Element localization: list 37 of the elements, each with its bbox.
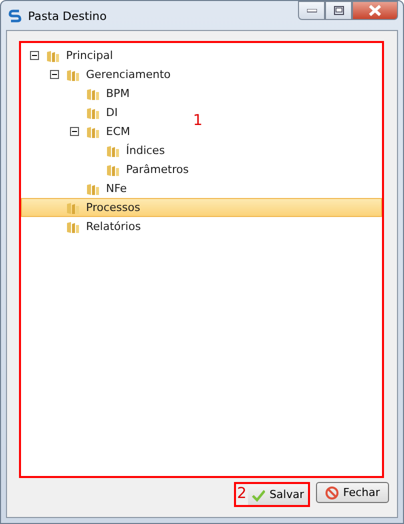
folder-icon bbox=[106, 144, 120, 158]
folder-icon bbox=[86, 86, 100, 100]
collapse-icon[interactable] bbox=[30, 51, 42, 60]
tree-item[interactable]: NFe bbox=[21, 179, 132, 198]
minimize-button[interactable] bbox=[298, 1, 325, 20]
folder-icon bbox=[66, 220, 80, 234]
tree-item[interactable]: Parâmetros bbox=[21, 160, 194, 179]
minimize-icon bbox=[306, 8, 316, 12]
check-icon bbox=[252, 488, 266, 502]
save-button[interactable]: Salvar bbox=[248, 484, 308, 505]
collapse-icon[interactable] bbox=[70, 127, 82, 136]
collapse-icon[interactable] bbox=[50, 70, 62, 79]
folder-icon bbox=[86, 124, 100, 138]
annotation-number: 2 bbox=[237, 484, 247, 502]
tree-item[interactable]: Principal bbox=[21, 46, 118, 65]
close-dialog-button[interactable]: Fechar bbox=[316, 482, 389, 503]
tree-item[interactable]: Relatórios bbox=[21, 217, 146, 236]
tree-item[interactable]: Gerenciamento bbox=[21, 65, 176, 84]
folder-icon bbox=[106, 162, 120, 176]
tree-item[interactable]: ECM bbox=[21, 122, 136, 141]
close-icon bbox=[368, 5, 382, 16]
tree-item[interactable]: Processos bbox=[21, 198, 382, 217]
tree-item[interactable]: BPM bbox=[21, 84, 135, 103]
folder-icon bbox=[86, 182, 100, 196]
close-button[interactable] bbox=[352, 1, 398, 20]
prohibited-icon bbox=[325, 486, 340, 500]
folder-icon bbox=[86, 106, 100, 120]
tree-item[interactable]: DI bbox=[21, 103, 123, 122]
folder-icon bbox=[66, 200, 80, 214]
app-logo-icon bbox=[8, 8, 22, 22]
maximize-button[interactable] bbox=[325, 1, 352, 20]
folder-icon bbox=[66, 68, 80, 82]
folder-icon bbox=[46, 48, 60, 62]
tree-item[interactable]: Índices bbox=[21, 141, 170, 160]
maximize-icon bbox=[334, 6, 344, 15]
window-title: Pasta Destino bbox=[28, 8, 107, 22]
annotation-number: 1 bbox=[193, 111, 203, 129]
